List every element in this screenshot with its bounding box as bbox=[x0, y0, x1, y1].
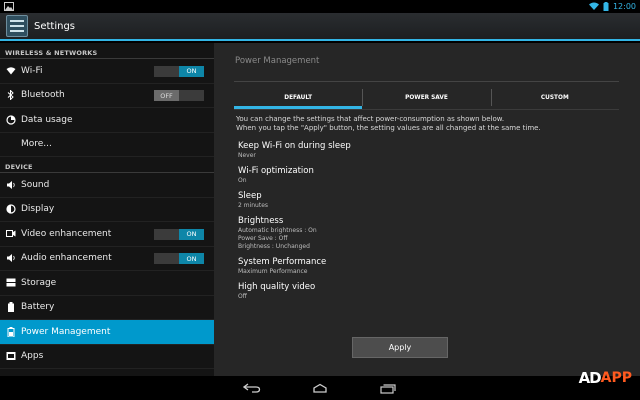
section-header-wireless: WIRELESS & NETWORKS bbox=[0, 43, 214, 59]
bluetooth-toggle[interactable]: OFF bbox=[154, 90, 204, 101]
sidebar-item-label: Data usage bbox=[21, 114, 73, 125]
apps-icon bbox=[6, 351, 16, 361]
watermark-app: APP bbox=[600, 370, 632, 386]
sidebar-item-more[interactable]: More... bbox=[0, 133, 214, 157]
sidebar-item-sound[interactable]: Sound bbox=[0, 173, 214, 198]
setting-title: High quality video bbox=[238, 282, 316, 292]
sidebar-item-label: Apps bbox=[21, 351, 44, 362]
sidebar-item-label: Sound bbox=[21, 179, 50, 190]
setting-summary: Automatic brightness : On bbox=[238, 227, 317, 234]
gallery-notification-icon bbox=[4, 2, 14, 11]
settings-list: Keep Wi-Fi on during sleep Never Wi-Fi o… bbox=[238, 141, 351, 307]
toggle-state: ON bbox=[179, 253, 204, 264]
setting-keep-wifi-on[interactable]: Keep Wi-Fi on during sleep Never bbox=[238, 141, 351, 160]
data-usage-icon bbox=[6, 115, 16, 125]
back-icon[interactable] bbox=[241, 381, 263, 395]
setting-summary: Power Save : Off bbox=[238, 235, 288, 242]
sidebar-item-video-enhancement[interactable]: Video enhancement ON bbox=[0, 222, 214, 247]
audio-icon bbox=[6, 253, 16, 263]
speaker-icon bbox=[6, 180, 16, 190]
description-line-1: You can change the settings that affect … bbox=[236, 115, 505, 123]
setting-brightness[interactable]: Brightness Automatic brightness : On Pow… bbox=[238, 216, 351, 251]
description-line-2: When you tap the "Apply" button, the set… bbox=[236, 124, 541, 132]
action-bar: Settings bbox=[0, 13, 640, 41]
status-bar: 12:00 bbox=[0, 0, 640, 13]
setting-summary: Never bbox=[238, 152, 256, 159]
tabs-divider bbox=[234, 109, 619, 110]
sidebar-item-label: Video enhancement bbox=[21, 228, 112, 239]
sidebar-item-battery[interactable]: Battery bbox=[0, 296, 214, 320]
sidebar-item-wifi[interactable]: Wi-Fi ON bbox=[0, 59, 214, 84]
wifi-icon bbox=[6, 66, 16, 76]
setting-title: Keep Wi-Fi on during sleep bbox=[238, 141, 351, 151]
watermark-ad: AD bbox=[578, 369, 602, 387]
panel-title: Power Management bbox=[235, 56, 320, 66]
setting-summary: Maximum Performance bbox=[238, 268, 308, 275]
power-management-panel: Power Management DEFAULT POWER SAVE CUST… bbox=[214, 43, 640, 376]
clock: 12:00 bbox=[612, 2, 636, 11]
sidebar-item-label: Battery bbox=[21, 302, 55, 313]
storage-icon bbox=[6, 278, 16, 288]
tab-default[interactable]: DEFAULT bbox=[234, 86, 363, 109]
setting-wifi-optimization[interactable]: Wi-Fi optimization On bbox=[238, 166, 351, 185]
mode-tabs: DEFAULT POWER SAVE CUSTOM bbox=[234, 86, 619, 109]
brightness-icon bbox=[6, 204, 16, 214]
battery-status-icon bbox=[603, 2, 609, 11]
setting-title: Sleep bbox=[238, 191, 262, 201]
battery-icon bbox=[6, 302, 16, 313]
setting-summary: 2 minutes bbox=[238, 202, 269, 209]
sidebar-item-label: Wi-Fi bbox=[21, 65, 43, 76]
sidebar-item-storage[interactable]: Storage bbox=[0, 271, 214, 296]
sidebar-item-label: Power Management bbox=[21, 326, 111, 337]
video-enhancement-toggle[interactable]: ON bbox=[154, 228, 204, 240]
actionbar-title: Settings bbox=[34, 20, 76, 32]
setting-summary: Off bbox=[238, 293, 247, 300]
sidebar-item-apps[interactable]: Apps bbox=[0, 345, 214, 369]
setting-title: System Performance bbox=[238, 257, 327, 267]
navigation-bar bbox=[0, 376, 640, 400]
recent-apps-icon[interactable] bbox=[377, 381, 399, 395]
sidebar-item-bluetooth[interactable]: Bluetooth OFF bbox=[0, 84, 214, 108]
sidebar-item-audio-enhancement[interactable]: Audio enhancement ON bbox=[0, 247, 214, 271]
setting-system-performance[interactable]: System Performance Maximum Performance bbox=[238, 257, 351, 276]
sidebar-item-data-usage[interactable]: Data usage bbox=[0, 108, 214, 133]
adapp-watermark-logo: AD APP bbox=[579, 369, 632, 387]
title-divider bbox=[234, 81, 619, 82]
tab-power-save[interactable]: POWER SAVE bbox=[362, 86, 490, 109]
bluetooth-icon bbox=[6, 90, 16, 101]
video-icon bbox=[6, 229, 16, 239]
audio-enhancement-toggle[interactable]: ON bbox=[154, 253, 204, 264]
sidebar-item-label: More... bbox=[21, 139, 52, 150]
toggle-state: ON bbox=[179, 65, 204, 77]
setting-title: Brightness bbox=[238, 216, 284, 226]
tab-custom[interactable]: CUSTOM bbox=[490, 86, 619, 109]
settings-app-icon[interactable] bbox=[6, 15, 28, 37]
setting-high-quality-video[interactable]: High quality video Off bbox=[238, 282, 351, 301]
setting-summary: Brightness : Unchanged bbox=[238, 243, 310, 250]
power-icon bbox=[6, 326, 16, 337]
setting-title: Wi-Fi optimization bbox=[238, 166, 314, 176]
description: You can change the settings that affect … bbox=[236, 115, 541, 133]
apply-button[interactable]: Apply bbox=[352, 337, 448, 358]
sidebar-item-label: Storage bbox=[21, 277, 57, 288]
home-icon[interactable] bbox=[309, 381, 331, 395]
setting-sleep[interactable]: Sleep 2 minutes bbox=[238, 191, 351, 210]
toggle-state: OFF bbox=[154, 90, 179, 101]
settings-sidebar: WIRELESS & NETWORKS Wi-Fi ON Bluetooth O… bbox=[0, 43, 214, 376]
section-header-device: DEVICE bbox=[0, 157, 214, 173]
wifi-toggle[interactable]: ON bbox=[154, 65, 204, 77]
sidebar-item-label: Bluetooth bbox=[21, 90, 65, 101]
sidebar-item-display[interactable]: Display bbox=[0, 198, 214, 222]
wifi-signal-icon bbox=[588, 2, 599, 10]
sidebar-item-label: Audio enhancement bbox=[21, 253, 112, 264]
sidebar-item-power-management[interactable]: Power Management bbox=[0, 320, 214, 345]
toggle-state: ON bbox=[179, 228, 204, 240]
sidebar-item-label: Display bbox=[21, 204, 55, 215]
setting-summary: On bbox=[238, 177, 247, 184]
